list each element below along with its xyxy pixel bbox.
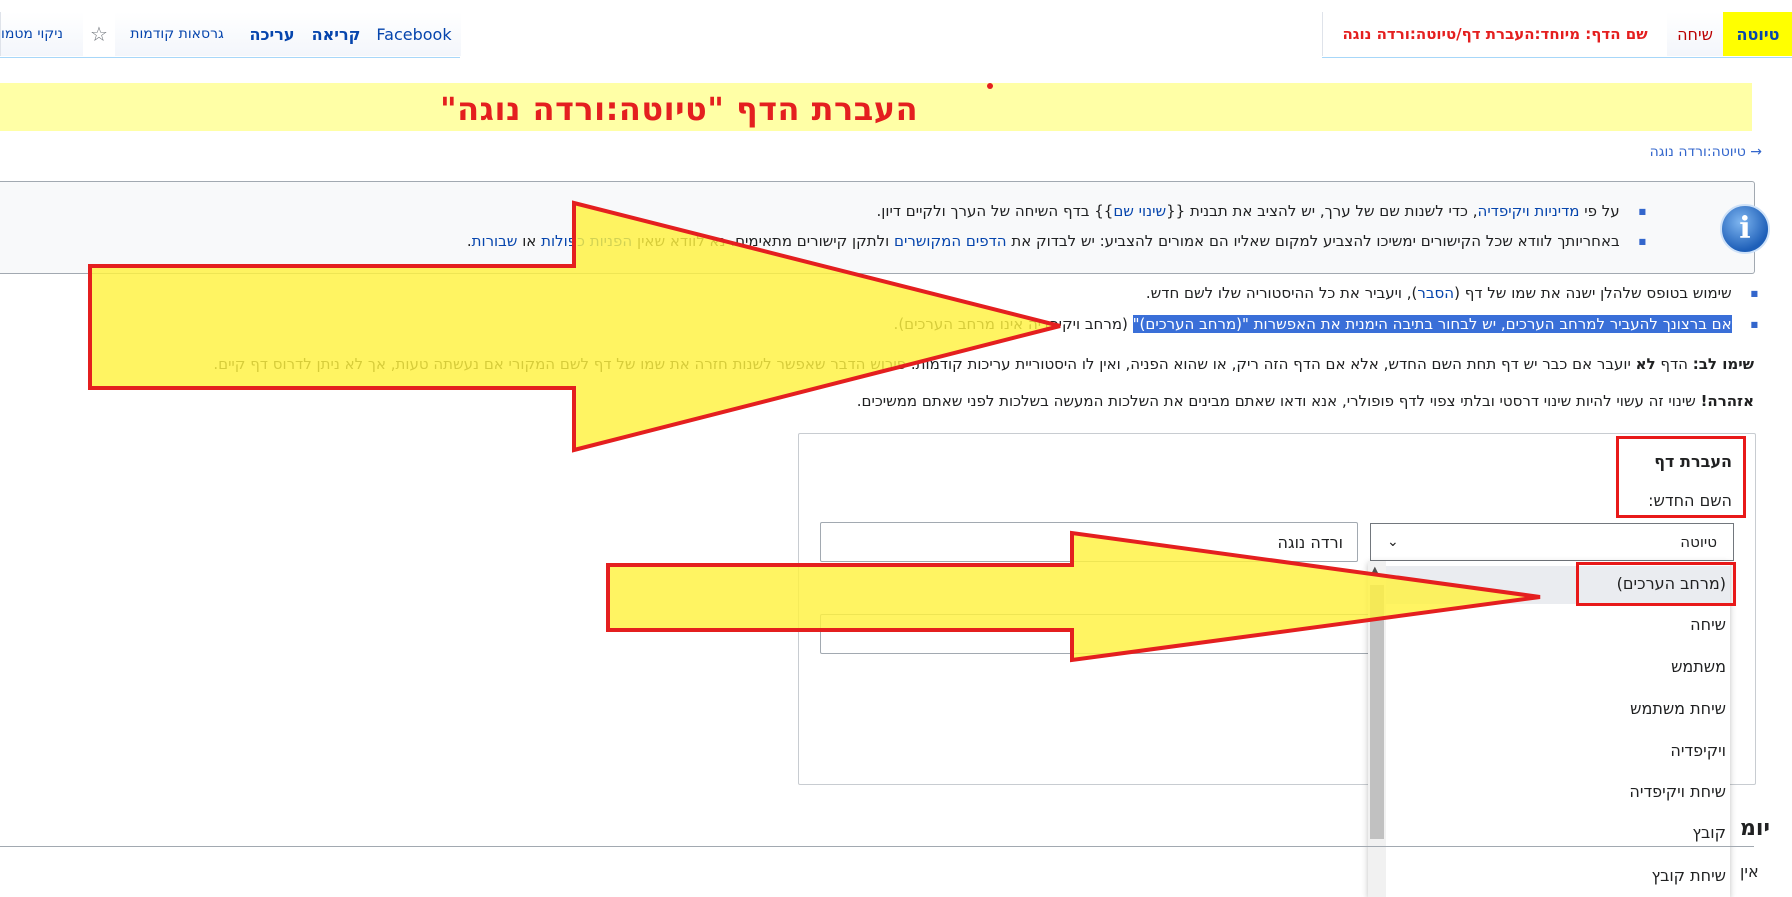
info-line-1: על פי מדיניות ויקיפדיה, כדי לשנות שם של …	[877, 202, 1646, 220]
dropdown-option-talk[interactable]: שיחה	[1690, 615, 1726, 634]
tab-underline-left	[0, 57, 460, 58]
tab-facebook[interactable]: Facebook	[366, 12, 461, 56]
back-link[interactable]: → טיוטה:ורדה נוגה	[1650, 144, 1762, 160]
tab-underline	[1322, 57, 1792, 58]
linked-pages-link[interactable]: הדפים המקושרים	[894, 232, 1007, 250]
dropdown-option-file-talk[interactable]: שיחת קובץ	[1651, 866, 1726, 885]
option-highlight-box	[1576, 562, 1736, 606]
scroll-up-arrow-icon[interactable]: ▲	[1371, 565, 1379, 576]
info-box	[0, 181, 1755, 274]
section-heading-fragment: יומ	[1740, 816, 1770, 841]
tab-draft[interactable]: טיוטה	[1722, 12, 1792, 56]
page-title: העברת הדף "טיוטה:ורדה נוגה"	[440, 90, 919, 128]
namespace-select[interactable]: טיוטה ⌄	[1370, 523, 1734, 561]
note-line: שימו לב: הדף לא יועבר אם כבר יש דף תחת ה…	[213, 355, 1754, 373]
tab-page-name[interactable]: שם הדף: מיוחד:העברת דף/טיוטה:ורדה נוגה	[1322, 12, 1667, 56]
warning-line: אזהרה! שינוי זה עשוי להיות שינוי דרסטי ו…	[856, 392, 1754, 410]
dropdown-option-wikipedia-talk[interactable]: שיחת ויקיפדיה	[1629, 782, 1726, 801]
policy-link[interactable]: מדיניות ויקיפדיה	[1478, 202, 1580, 220]
tab-edit[interactable]: עריכה	[238, 12, 305, 56]
red-dot	[987, 83, 993, 89]
info-icon: i	[1720, 204, 1770, 254]
tab-read[interactable]: קריאה	[304, 12, 367, 56]
info-line-2: באחריותך לוודא שכל הקישורים ימשיכו להצבי…	[467, 232, 1646, 250]
bullet-line-2: אם ברצונך להעביר למרחב הערכים, יש לבחור …	[894, 315, 1758, 333]
watch-star-icon[interactable]: ☆	[82, 12, 115, 56]
reason-input[interactable]	[820, 614, 1370, 654]
bullet-line-1: שימוש בטופס שלהלן ישנה את שמו של דף (הסב…	[1146, 284, 1758, 302]
new-title-input[interactable]: ורדה נוגה	[820, 522, 1358, 562]
broken-redirects-link[interactable]: שבורות	[472, 232, 518, 250]
section-text-fragment: אין	[1740, 862, 1759, 881]
legend-highlight-box	[1616, 436, 1746, 518]
tab-history[interactable]: גרסאות קודמות	[114, 12, 239, 56]
dropdown-option-user-talk[interactable]: שיחת משתמש	[1630, 699, 1726, 718]
dropdown-scroll-thumb[interactable]	[1370, 585, 1384, 839]
dropdown-option-file[interactable]: קובץ	[1692, 823, 1726, 842]
explain-link[interactable]: הסבר	[1417, 284, 1454, 302]
page-tabs: טיוטה שיחה שם הדף: מיוחד:העברת דף/טיוטה:…	[0, 0, 1792, 58]
tab-talk[interactable]: שיחה	[1666, 12, 1723, 56]
dropdown-option-wikipedia[interactable]: ויקיפדיה	[1670, 741, 1726, 760]
section-divider	[0, 846, 1754, 847]
chevron-down-icon: ⌄	[1387, 534, 1399, 550]
tab-purge[interactable]: ניקוי מטמו	[0, 12, 83, 56]
dropdown-option-user[interactable]: משתמש	[1671, 657, 1726, 676]
selected-text: אם ברצונך להעביר למרחב הערכים, יש לבחור …	[1132, 315, 1732, 333]
double-redirects-link[interactable]: הפניות כפולות	[541, 232, 632, 250]
rename-template-link[interactable]: שינוי שם	[1113, 202, 1166, 220]
